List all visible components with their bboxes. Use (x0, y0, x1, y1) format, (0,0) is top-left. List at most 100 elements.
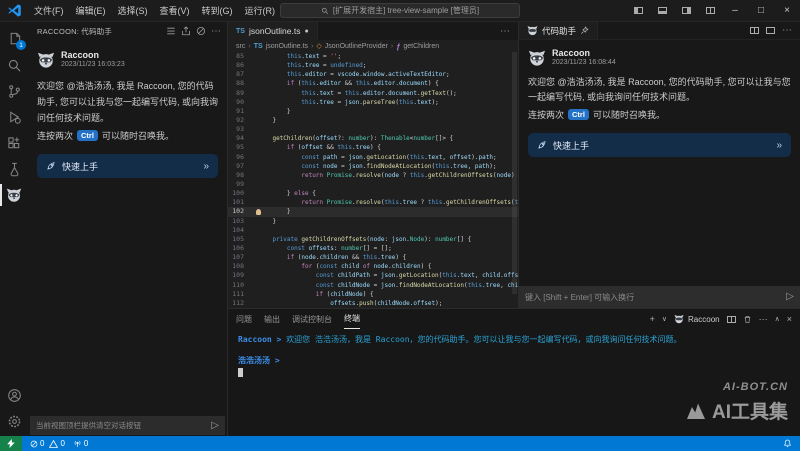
line-number: 93 (228, 125, 250, 134)
code-line[interactable]: 102 } (228, 207, 518, 216)
export-chat-icon[interactable] (181, 26, 191, 36)
code-text: if (this.editor && this.editor.document)… (250, 79, 439, 88)
quick-start-button[interactable]: 快速上手 » (37, 154, 218, 178)
breadcrumb-class[interactable]: JsonOutlineProvider (325, 43, 388, 50)
tab-jsonoutline[interactable]: TS jsonOutline.ts ● (228, 22, 318, 40)
code-line[interactable]: 96 const path = json.getLocation(this.te… (228, 153, 518, 162)
customize-layout-icon[interactable] (698, 0, 722, 21)
broadcast-icon (73, 439, 82, 448)
raccoon-assistant-icon[interactable] (0, 182, 28, 208)
code-line[interactable]: 90 this.tree = json.parseTree(this.text)… (228, 98, 518, 107)
split-terminal-icon[interactable] (727, 316, 736, 323)
code-line[interactable]: 109 const childPath = json.getLocation(t… (228, 271, 518, 280)
code-line[interactable]: 94 getChildren(offset?: number): Thenabl… (228, 134, 518, 143)
code-line[interactable]: 108 for (const child of node.children) { (228, 262, 518, 271)
lightbulb-icon[interactable] (256, 209, 261, 215)
code-line[interactable]: 91 } (228, 107, 518, 116)
code-line[interactable]: 85 this.text = ''; (228, 52, 518, 61)
code-line[interactable]: 100 } else { (228, 189, 518, 198)
toggle-secondary-sidebar-icon[interactable] (674, 0, 698, 21)
tab-output[interactable]: 输出 (264, 309, 280, 329)
notifications-bell-icon[interactable] (783, 439, 792, 448)
menu-run[interactable]: 运行(R) (239, 0, 282, 21)
menu-selection[interactable]: 选择(S) (112, 0, 154, 21)
remote-indicator[interactable] (0, 436, 22, 451)
kill-terminal-icon[interactable] (743, 315, 752, 324)
breadcrumb-file[interactable]: jsonOutline.ts (266, 43, 308, 50)
code-line[interactable]: 105 private getChildrenOffsets(node: jso… (228, 235, 518, 244)
terminal[interactable]: Raccoon > 欢迎您 浩浩汤汤，我是 Raccoon，您的代码助手。您可以… (228, 329, 800, 382)
chat-history-icon[interactable] (166, 26, 176, 36)
code-line[interactable]: 101 return Promise.resolve(this.tree ? t… (228, 198, 518, 207)
settings-gear-icon[interactable] (0, 408, 28, 434)
minimize-button[interactable]: – (722, 0, 748, 21)
code-line[interactable]: 112 offsets.push(childNode.offset); (228, 299, 518, 308)
panel-maximize-icon[interactable]: ∧ (775, 315, 780, 323)
menu-edit[interactable]: 编辑(E) (70, 0, 112, 21)
code-line[interactable]: 99 (228, 180, 518, 189)
extensions-icon[interactable] (0, 130, 28, 156)
assistant-timestamp: 2023/11/23 16:03:23 (61, 60, 125, 69)
split-editor-icon[interactable] (766, 27, 775, 34)
code-area[interactable]: 85 this.text = '';86 this.tree = undefin… (228, 52, 518, 308)
code-line[interactable]: 86 this.tree = undefined; (228, 61, 518, 70)
dirty-indicator-icon[interactable]: ● (304, 28, 308, 35)
panel-more-icon[interactable]: ⋯ (759, 314, 768, 325)
tab-problems[interactable]: 问题 (236, 309, 252, 329)
assistant-tab-label: 代码助手 (542, 25, 576, 37)
explorer-icon[interactable]: 1 (0, 26, 28, 52)
code-line[interactable]: 98 return Promise.resolve(node ? this.ge… (228, 171, 518, 180)
more-actions-icon[interactable]: ⋯ (211, 26, 221, 37)
more-actions-icon[interactable]: ⋯ (782, 25, 792, 36)
code-line[interactable]: 107 if (node.children && this.tree) { (228, 253, 518, 262)
terminal-selector[interactable]: Raccoon (674, 314, 720, 324)
menu-file[interactable]: 文件(F) (28, 0, 70, 21)
tab-debug-console[interactable]: 调试控制台 (292, 309, 332, 329)
run-debug-icon[interactable] (0, 104, 28, 130)
code-line[interactable]: 92 } (228, 116, 518, 125)
code-line[interactable]: 106 const offsets: number[] = []; (228, 244, 518, 253)
code-line[interactable]: 97 const node = json.findNodeAtLocation(… (228, 162, 518, 171)
terminal-dropdown-icon[interactable]: ∨ (662, 315, 667, 323)
code-line[interactable]: 110 const childNode = json.findNodeAtLoc… (228, 281, 518, 290)
clear-chat-icon[interactable] (196, 26, 206, 36)
sidebar-chat-input[interactable] (36, 421, 207, 430)
tab-terminal[interactable]: 终端 (344, 309, 360, 329)
problems-summary[interactable]: 0 0 (30, 439, 65, 448)
code-line[interactable]: 87 this.editor = vscode.window.activeTex… (228, 70, 518, 79)
panel-close-icon[interactable]: × (787, 314, 792, 324)
new-terminal-icon[interactable]: + (650, 314, 655, 324)
assistant-chat-input[interactable] (525, 293, 782, 302)
breadcrumb-src[interactable]: src (236, 43, 245, 50)
close-button[interactable]: × (774, 0, 800, 21)
code-line[interactable]: 88 if (this.editor && this.editor.docume… (228, 79, 518, 88)
menu-goto[interactable]: 转到(G) (196, 0, 239, 21)
tab-code-assistant[interactable]: 代码助手 (519, 22, 598, 39)
code-line[interactable]: 95 if (offset && this.tree) { (228, 143, 518, 152)
code-line[interactable]: 103 } (228, 217, 518, 226)
source-control-icon[interactable] (0, 78, 28, 104)
toggle-sidebar-icon[interactable] (626, 0, 650, 21)
quick-start-button[interactable]: 快速上手 » (528, 133, 791, 157)
code-line[interactable]: 104 (228, 226, 518, 235)
account-icon[interactable] (0, 382, 28, 408)
command-center[interactable]: [扩展开发宿主] tree-view-sample [管理员] (280, 3, 520, 18)
search-icon[interactable] (0, 52, 28, 78)
menu-view[interactable]: 查看(V) (154, 0, 196, 21)
test-explorer-icon[interactable] (0, 156, 28, 182)
pin-icon[interactable] (580, 26, 589, 35)
toggle-panel-icon[interactable] (650, 0, 674, 21)
editor-layout-icon[interactable] (750, 27, 759, 34)
editor-scrollbar[interactable] (511, 52, 518, 304)
code-line[interactable]: 111 if (childNode) { (228, 290, 518, 299)
send-icon[interactable]: ▷ (211, 421, 219, 431)
editor-group: TS jsonOutline.ts ● ⋯ src › TS jsonOutli… (228, 22, 518, 308)
breadcrumb-method[interactable]: getChildren (403, 43, 439, 50)
code-line[interactable]: 89 this.text = this.editor.document.getT… (228, 89, 518, 98)
maximize-button[interactable]: □ (748, 0, 774, 21)
send-icon[interactable]: ▷ (786, 292, 794, 302)
ports-indicator[interactable]: 0 (73, 439, 88, 448)
code-line[interactable]: 93 (228, 125, 518, 134)
editor-more-actions-icon[interactable]: ⋯ (500, 26, 518, 37)
ctrl-hint-suffix: 可以随时召唤我。 (102, 129, 174, 142)
